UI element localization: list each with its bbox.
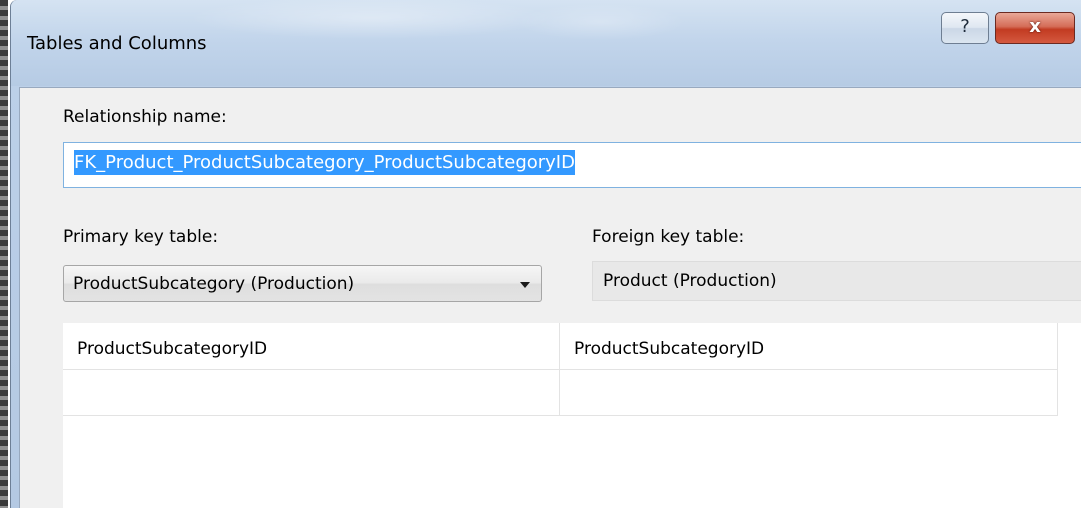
dialog-body: Relationship name: FK_Product_ProductSub… — [19, 87, 1081, 508]
help-button[interactable]: ? — [941, 12, 989, 44]
foreign-key-table-label: Foreign key table: — [592, 227, 745, 247]
relationship-name-input[interactable]: FK_Product_ProductSubcategory_ProductSub… — [63, 142, 1081, 188]
chevron-down-icon[interactable] — [520, 282, 530, 288]
foreign-key-table-value: Product (Production) — [603, 271, 777, 291]
foreign-column-name: ProductSubcategoryID — [574, 339, 765, 359]
foreign-key-table-field: Product (Production) — [592, 261, 1081, 301]
relationship-name-label: Relationship name: — [63, 107, 227, 127]
close-icon: x — [1029, 16, 1041, 37]
primary-column-cell-empty[interactable] — [63, 370, 560, 416]
help-icon: ? — [960, 16, 970, 37]
primary-key-table-value: ProductSubcategory (Production) — [73, 274, 355, 294]
relationship-name-value: FK_Product_ProductSubcategory_ProductSub… — [74, 150, 575, 175]
columns-grid: ProductSubcategoryID ProductSubcategoryI… — [63, 323, 1081, 508]
primary-column-cell[interactable]: ProductSubcategoryID — [63, 323, 560, 370]
primary-column-name: ProductSubcategoryID — [77, 339, 268, 359]
primary-key-table-label: Primary key table: — [63, 227, 219, 247]
foreign-column-cell-empty[interactable] — [560, 370, 1058, 416]
screen: Tables and Columns ? x Relationship name… — [0, 0, 1081, 508]
title-bar[interactable]: Tables and Columns ? x — [11, 0, 1081, 86]
background-window-edge — [0, 0, 8, 508]
tables-and-columns-dialog: Tables and Columns ? x Relationship name… — [10, 0, 1081, 508]
dialog-title: Tables and Columns — [27, 33, 207, 54]
foreign-column-cell[interactable]: ProductSubcategoryID — [560, 323, 1058, 370]
primary-key-table-select[interactable]: ProductSubcategory (Production) — [63, 265, 542, 302]
close-button[interactable]: x — [995, 12, 1075, 44]
